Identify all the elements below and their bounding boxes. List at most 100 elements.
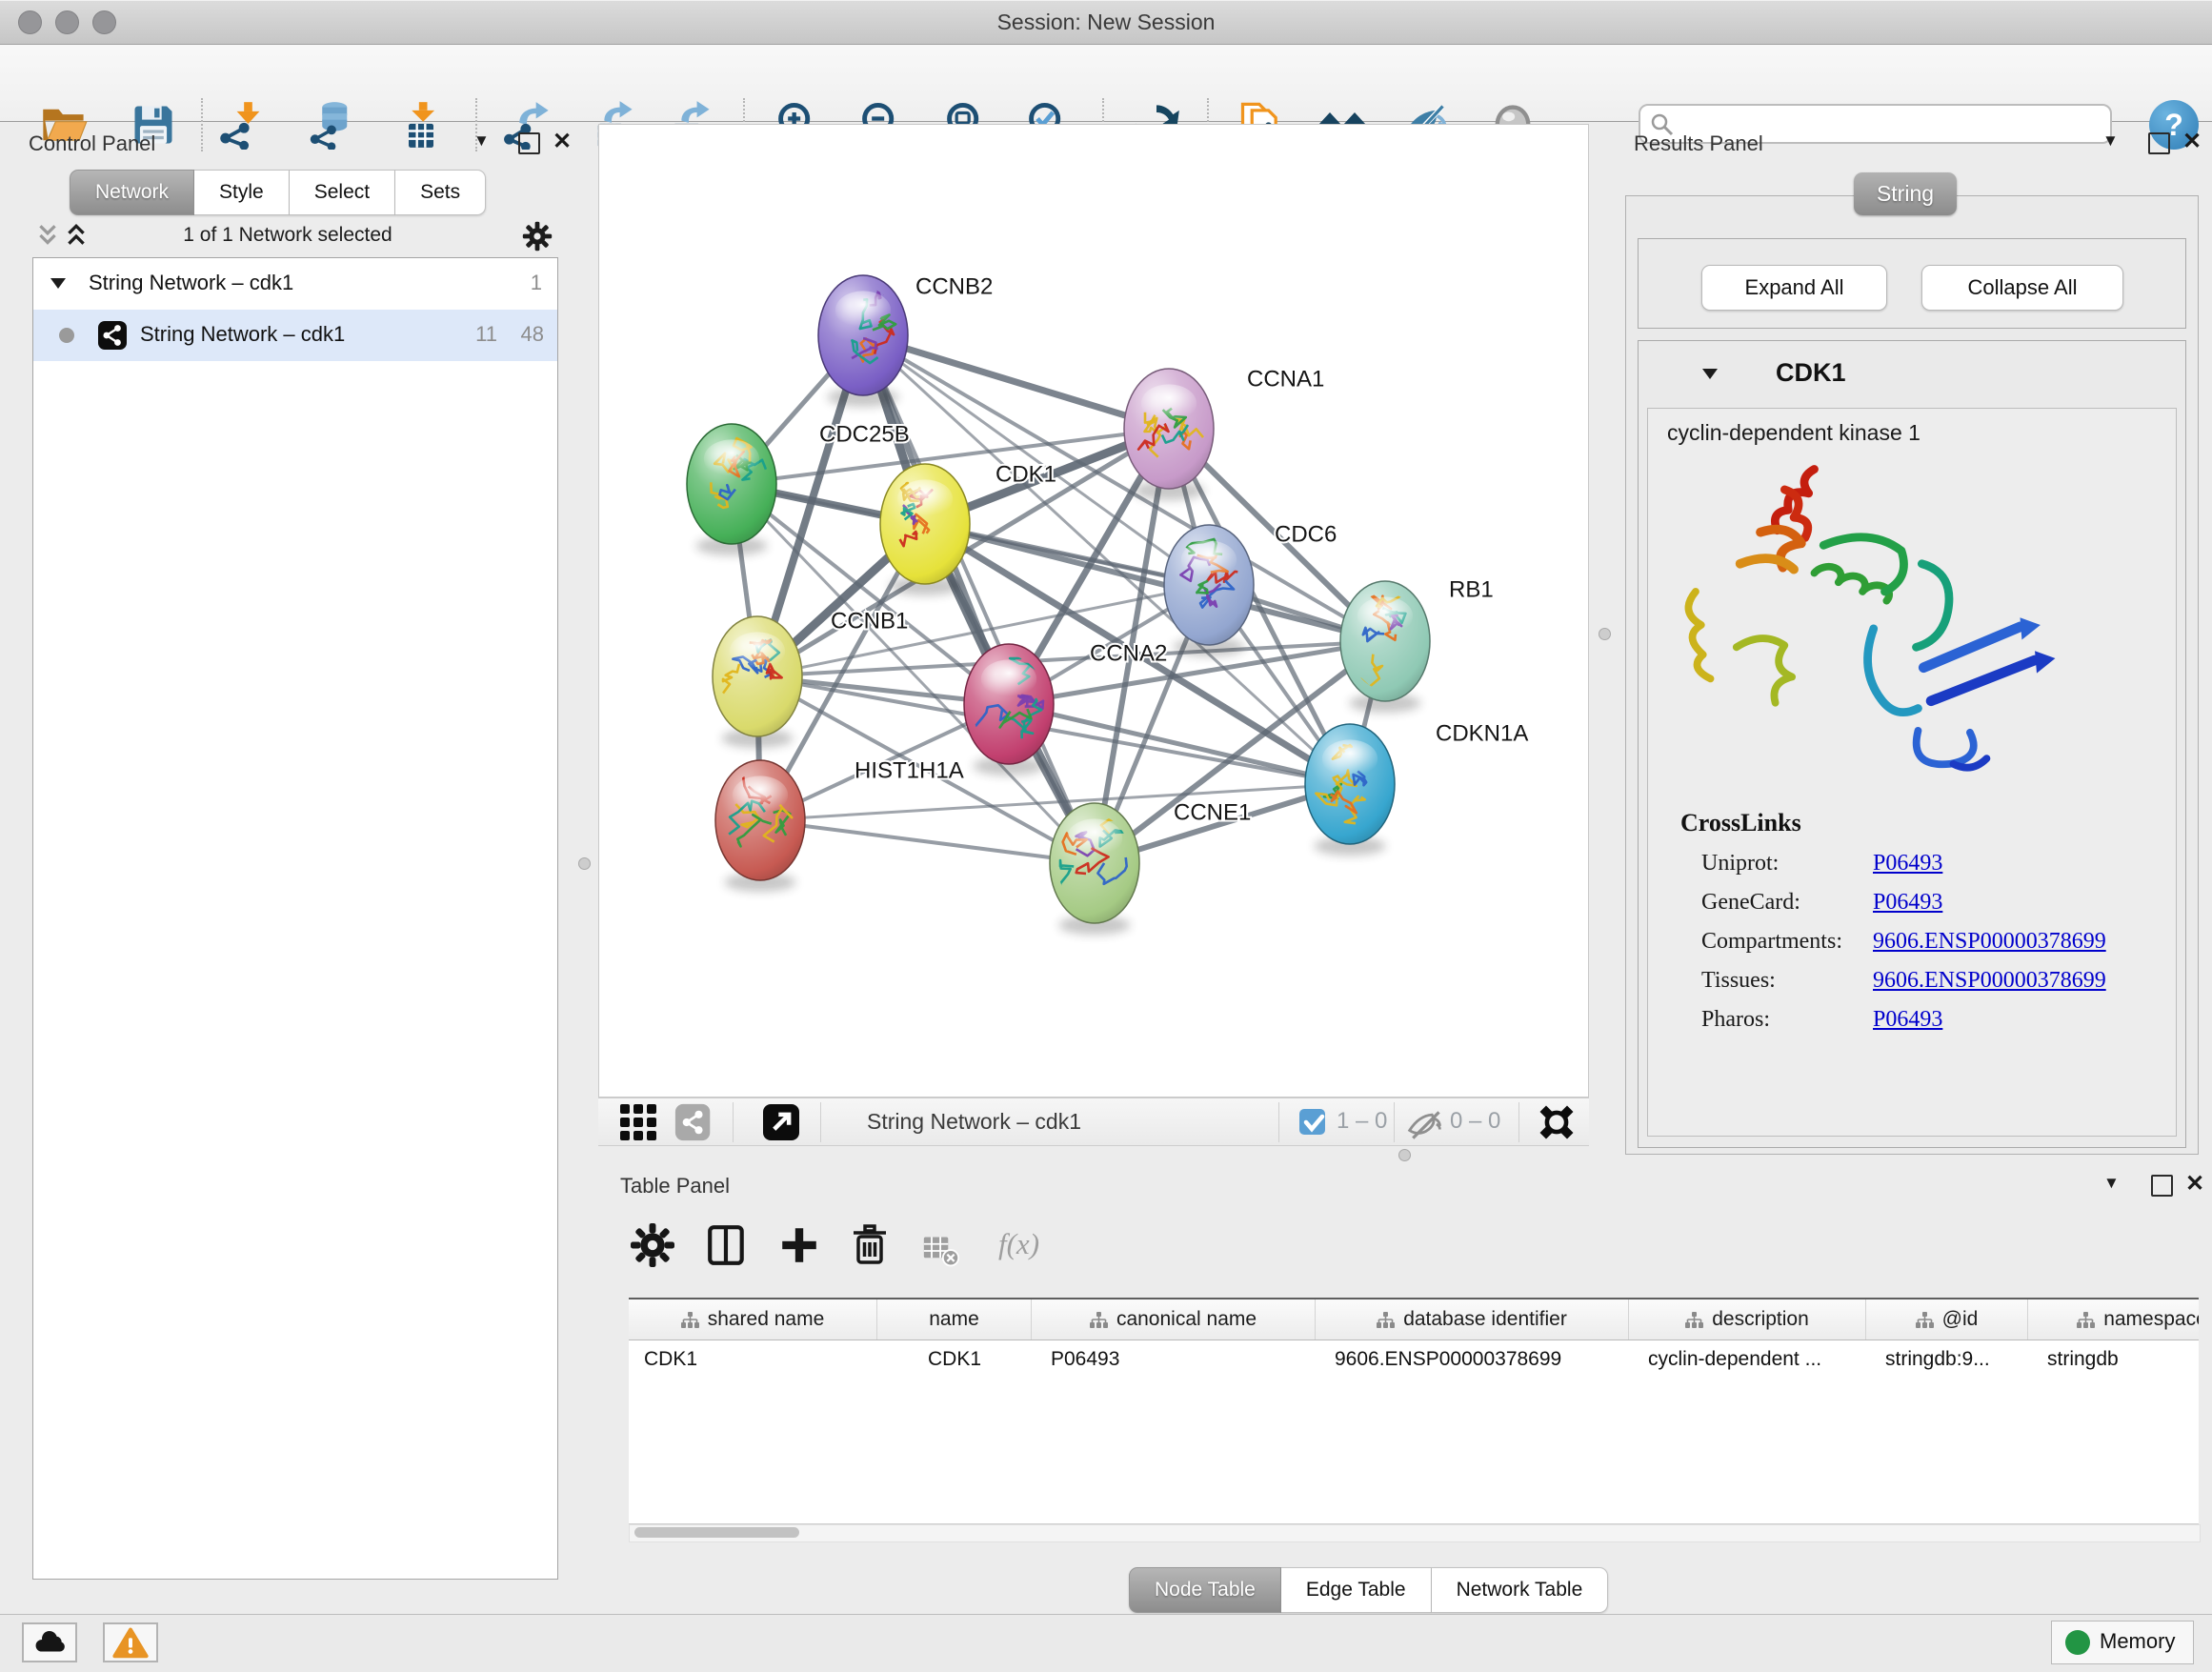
crosslinks-title: CrossLinks [1680, 809, 2176, 837]
crosslink-genecard-link[interactable]: P06493 [1873, 890, 1942, 915]
tab-node-table[interactable]: Node Table [1129, 1567, 1281, 1613]
gene-details: cyclin-dependent kinase 1 [1647, 408, 2177, 1137]
network-edge[interactable] [760, 820, 1095, 863]
cell-database-identifier[interactable]: 9606.ENSP00000378699 [1316, 1340, 1629, 1379]
column-header-canonical-name[interactable]: canonical name [1032, 1299, 1316, 1340]
table-horizontal-scrollbar[interactable] [629, 1524, 2201, 1542]
section-collapse-icon[interactable] [1698, 362, 1722, 390]
close-panel-icon[interactable]: ✕ [2182, 128, 2202, 155]
cell--id[interactable]: stringdb:9... [1866, 1340, 2028, 1379]
network-view-title: String Network – cdk1 [867, 1109, 1081, 1135]
crosslink-tissues-link[interactable]: 9606.ENSP00000378699 [1873, 968, 2106, 993]
function-builder-icon[interactable]: f(x) [998, 1227, 1039, 1261]
cell-shared-name[interactable]: CDK1 [629, 1340, 877, 1379]
crosslink-pharos-link[interactable]: P06493 [1873, 1007, 1942, 1032]
gene-section-header[interactable]: CDK1 [1639, 341, 2185, 408]
close-panel-icon[interactable]: ✕ [2185, 1170, 2204, 1198]
detach-view-icon[interactable] [763, 1104, 799, 1140]
hidden-eye-slash-icon[interactable] [1406, 1106, 1444, 1144]
expand-all-button[interactable]: Expand All [1701, 265, 1887, 311]
cell-description[interactable]: cyclin-dependent ... [1629, 1340, 1866, 1379]
tab-network-table[interactable]: Network Table [1432, 1567, 1609, 1613]
collapse-panel-icon[interactable]: ▼ [2103, 1174, 2120, 1193]
birds-eye-crosshair-icon[interactable] [1536, 1101, 1578, 1143]
network-options-gear-icon[interactable] [522, 221, 553, 256]
expand-all-networks-icon[interactable] [37, 223, 58, 252]
gene-description: cyclin-dependent kinase 1 [1667, 420, 1920, 446]
show-columns-icon[interactable] [705, 1223, 749, 1267]
delete-table-icon[interactable] [922, 1229, 960, 1273]
right-splitter-handle[interactable] [1599, 628, 1611, 640]
network-node-ccnb2[interactable] [818, 275, 908, 407]
network-node-cdc6[interactable] [1164, 525, 1254, 656]
cell-canonical-name[interactable]: P06493 [1032, 1340, 1316, 1379]
add-column-icon[interactable] [777, 1223, 821, 1267]
string-network-graph[interactable]: CCNB2CCNA1CDC25BCDK1CDC6RB1CCNB1CCNA2CDK… [599, 125, 1588, 1097]
tab-style[interactable]: Style [194, 170, 290, 215]
column-header-description[interactable]: description [1629, 1299, 1866, 1340]
float-panel-icon[interactable] [518, 132, 540, 154]
cell-namespace[interactable]: stringdb [2028, 1340, 2199, 1379]
collapse-panel-icon[interactable]: ▼ [2102, 131, 2119, 151]
crosslink-uniprot-link[interactable]: P06493 [1873, 851, 1942, 876]
cell-name[interactable]: CDK1 [877, 1340, 1032, 1379]
table-options-gear-icon[interactable] [631, 1223, 674, 1267]
tab-sets[interactable]: Sets [395, 170, 486, 215]
crosslink-label: Compartments: [1701, 929, 1873, 955]
network-collection-row[interactable]: String Network – cdk1 1 [33, 258, 557, 310]
network-node-cdc25b[interactable] [687, 424, 776, 555]
network-edge[interactable] [1009, 704, 1350, 784]
node-label: CCNB1 [831, 608, 908, 634]
traffic-light-zoom-icon[interactable] [92, 10, 116, 34]
bottom-splitter-handle[interactable] [1398, 1149, 1411, 1161]
footer-separator [1518, 1102, 1519, 1142]
crosslink-label: Uniprot: [1701, 851, 1873, 876]
memory-button[interactable]: Memory [2051, 1621, 2194, 1664]
cloud-button[interactable] [22, 1622, 77, 1662]
crosslink-row: GeneCard:P06493 [1701, 890, 2176, 916]
node-label: CDC25B [819, 421, 910, 447]
network-edge[interactable] [863, 335, 1095, 863]
grid-view-icon[interactable] [619, 1103, 657, 1141]
column-header-name[interactable]: name [877, 1299, 1032, 1340]
network-node-cdkn1a[interactable] [1305, 724, 1395, 856]
network-node-ccnb1[interactable] [713, 616, 802, 748]
collapse-all-button[interactable]: Collapse All [1921, 265, 2123, 311]
delete-column-icon[interactable] [848, 1223, 892, 1267]
tab-select[interactable]: Select [290, 170, 395, 215]
network-node-hist1h1a[interactable] [715, 760, 805, 892]
crosslink-compartments-link[interactable]: 9606.ENSP00000378699 [1873, 929, 2106, 954]
traffic-light-minimize-icon[interactable] [55, 10, 79, 34]
close-panel-icon[interactable]: ✕ [553, 128, 572, 155]
traffic-light-close-icon[interactable] [18, 10, 42, 34]
warning-button[interactable] [103, 1622, 158, 1662]
string-view-icon[interactable] [674, 1103, 713, 1141]
network-canvas[interactable]: CCNB2CCNA1CDC25BCDK1CDC6RB1CCNB1CCNA2CDK… [598, 124, 1589, 1098]
selected-nodes-checkbox[interactable] [1299, 1109, 1325, 1135]
tab-network[interactable]: Network [70, 170, 194, 215]
left-splitter-handle[interactable] [578, 857, 591, 870]
tab-edge-table[interactable]: Edge Table [1281, 1567, 1432, 1613]
column-header-database-identifier[interactable]: database identifier [1316, 1299, 1629, 1340]
network-node-ccne1[interactable] [1050, 803, 1139, 935]
memory-status-dot [2065, 1630, 2090, 1655]
column-header--id[interactable]: @id [1866, 1299, 2028, 1340]
float-panel-icon[interactable] [2148, 132, 2170, 154]
tab-string[interactable]: String [1854, 172, 1957, 215]
crosslink-row: Tissues:9606.ENSP00000378699 [1701, 968, 2176, 994]
table-row[interactable]: CDK1CDK1P064939606.ENSP00000378699cyclin… [629, 1340, 2199, 1379]
collapse-all-networks-icon[interactable] [66, 223, 87, 252]
column-label: namespace [2103, 1308, 2199, 1331]
node-label: CDKN1A [1436, 720, 1528, 746]
network-edge[interactable] [863, 335, 1169, 429]
tree-expand-icon[interactable] [47, 272, 70, 300]
network-edges [732, 335, 1385, 863]
collapse-panel-icon[interactable]: ▼ [473, 131, 490, 151]
network-node-rb1[interactable] [1340, 581, 1430, 713]
node-label: CCNA1 [1247, 366, 1324, 392]
float-panel-icon[interactable] [2151, 1175, 2173, 1197]
column-header-namespace[interactable]: namespace [2028, 1299, 2199, 1340]
column-header-shared-name[interactable]: shared name [629, 1299, 877, 1340]
network-row-selected[interactable]: String Network – cdk1 11 48 [33, 310, 557, 361]
scrollbar-thumb[interactable] [634, 1527, 799, 1538]
